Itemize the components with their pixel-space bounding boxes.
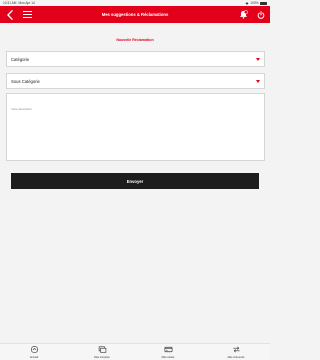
app-header: Mes suggestions & Réclamations bbox=[0, 6, 270, 23]
hamburger-icon-line bbox=[23, 16, 32, 19]
caret-down-icon bbox=[256, 79, 260, 83]
subcategory-value: Sous Catégorie bbox=[11, 78, 40, 84]
category-select[interactable]: Catégorie bbox=[6, 51, 265, 67]
nav-label: Mes virements bbox=[227, 355, 245, 359]
status-time: 10:31 AM bbox=[3, 1, 17, 5]
subcategory-select[interactable]: Sous Catégorie bbox=[6, 73, 265, 89]
accounts-icon bbox=[98, 346, 106, 353]
description-input[interactable]: Votre description bbox=[6, 93, 265, 161]
description-placeholder: Votre description bbox=[11, 107, 32, 111]
logout-button[interactable] bbox=[255, 9, 266, 20]
battery-percent: 100% bbox=[250, 1, 259, 5]
cards-icon bbox=[164, 346, 172, 353]
battery-icon bbox=[260, 1, 267, 5]
home-icon bbox=[30, 345, 38, 354]
power-icon bbox=[257, 10, 264, 19]
category-value: Catégorie bbox=[11, 56, 30, 62]
bottom-nav: Accueil Mes comptes Mes cartes Mes virem… bbox=[0, 343, 270, 360]
nav-item-accounts[interactable]: Mes comptes bbox=[82, 345, 122, 360]
status-date: Mon Apr 14 bbox=[18, 1, 35, 5]
caret-down-icon bbox=[256, 57, 260, 61]
nav-label: Accueil bbox=[29, 355, 39, 359]
wifi-icon bbox=[245, 2, 249, 5]
form-subtitle: Nouvelle Réclamation bbox=[116, 38, 154, 42]
nav-item-transfers[interactable]: Mes virements bbox=[216, 345, 256, 360]
nav-item-cards[interactable]: Mes cartes bbox=[148, 345, 188, 360]
transfer-icon bbox=[232, 346, 240, 353]
nav-item-home[interactable]: Accueil bbox=[14, 345, 54, 360]
bell-icon bbox=[239, 10, 248, 19]
page-title: Mes suggestions & Réclamations bbox=[101, 11, 169, 17]
nav-label: Mes comptes bbox=[94, 355, 110, 359]
nav-label: Mes cartes bbox=[161, 355, 175, 359]
send-button[interactable]: Envoyer bbox=[11, 173, 259, 189]
notifications-button[interactable] bbox=[238, 9, 249, 20]
